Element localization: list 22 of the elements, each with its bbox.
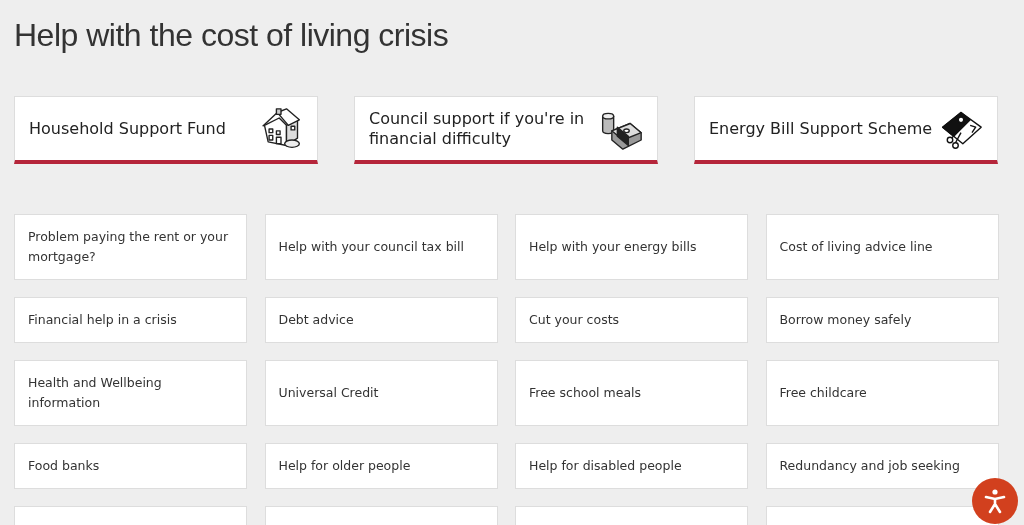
link-card[interactable]: Financial help in a crisis: [14, 297, 247, 343]
link-card[interactable]: Free school meals: [515, 360, 748, 426]
featured-card[interactable]: Household Support Fund: [14, 96, 318, 164]
link-card[interactable]: Problem paying the rent or your mortgage?: [14, 214, 247, 280]
link-card[interactable]: Universal Credit: [264, 360, 498, 426]
link-card[interactable]: Borrow money safely: [765, 297, 999, 343]
link-card[interactable]: Free childcare: [765, 360, 999, 426]
link-card[interactable]: Help with your energy bills: [515, 214, 748, 280]
featured-card[interactable]: Energy Bill Support Scheme: [694, 96, 998, 164]
link-card[interactable]: Help with your council tax bill: [264, 214, 498, 280]
accessibility-button[interactable]: [972, 478, 1018, 524]
house-icon: [259, 106, 303, 151]
link-card[interactable]: Cut your costs: [515, 297, 748, 343]
link-card[interactable]: Redundancy and job seeking: [765, 443, 999, 489]
featured-card[interactable]: Council support if you're in financial difficulty: [354, 96, 658, 164]
link-card[interactable]: Debt advice: [264, 297, 498, 343]
link-card[interactable]: Health and Wellbeing information: [14, 360, 247, 426]
link-card[interactable]: Cost of living advice line: [765, 214, 999, 280]
link-card[interactable]: Food banks: [14, 443, 247, 489]
page-title: Help with the cost of living crisis: [14, 16, 450, 55]
link-card[interactable]: Help for disabled people: [515, 443, 748, 489]
link-card[interactable]: Help for older people: [264, 443, 498, 489]
